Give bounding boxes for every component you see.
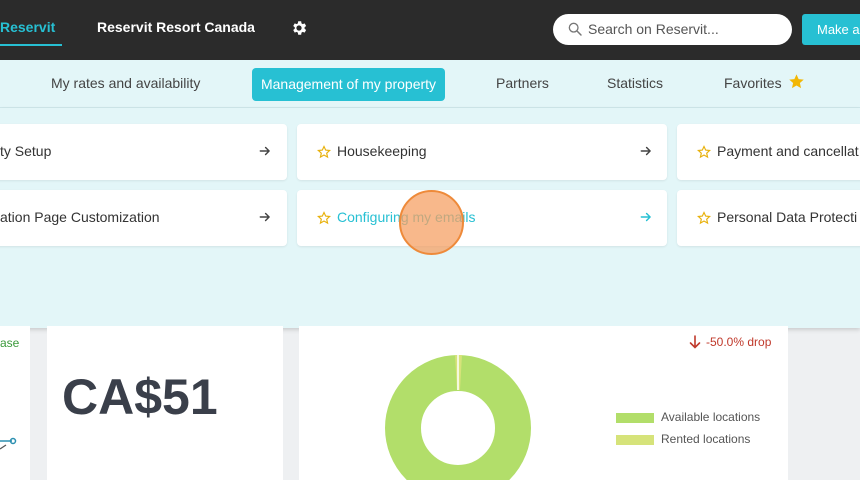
arrow-down-icon <box>689 335 701 349</box>
star-outline-icon[interactable] <box>697 211 711 225</box>
menu-card-configuring-emails[interactable]: Configuring my emails <box>297 190 667 246</box>
star-icon <box>789 74 804 89</box>
legend-swatch-available <box>616 413 654 423</box>
star-outline-icon[interactable] <box>317 211 331 225</box>
change-indicator: -50.0% drop <box>706 335 772 349</box>
tab-reservit[interactable]: Reservit <box>0 19 55 35</box>
menu-card-personal-data-protection[interactable]: Personal Data Protecti <box>677 190 860 246</box>
menu-card-label: ation Page Customization <box>0 209 160 225</box>
nav-rates-availability[interactable]: My rates and availability <box>51 75 200 91</box>
arrow-right-icon <box>259 212 270 222</box>
chart-line-icon <box>0 437 17 450</box>
nav-management-property[interactable]: Management of my property <box>252 68 445 101</box>
nav-statistics[interactable]: Statistics <box>607 75 663 91</box>
property-name-link[interactable]: Reservit Resort Canada <box>97 19 255 35</box>
nav-partners[interactable]: Partners <box>496 75 549 91</box>
increase-indicator: ase <box>0 336 20 350</box>
search-icon <box>568 22 582 36</box>
star-outline-icon[interactable] <box>697 145 711 159</box>
dashboard-card-occupancy <box>299 326 788 480</box>
occupancy-donut-chart <box>385 355 531 480</box>
menu-card-payment-cancellation[interactable]: Payment and cancellat <box>677 124 860 180</box>
active-tab-indicator <box>0 44 62 46</box>
search-box[interactable]: Search on Reservit... <box>553 14 792 45</box>
menu-card-label: Housekeeping <box>337 143 427 159</box>
star-outline-icon[interactable] <box>317 145 331 159</box>
make-a-button[interactable]: Make a <box>802 14 860 45</box>
menu-card-label: Payment and cancellat <box>717 143 859 159</box>
nav-favorites[interactable]: Favorites <box>724 75 782 91</box>
arrow-right-icon <box>640 212 651 222</box>
arrow-right-icon <box>640 146 651 156</box>
click-indicator <box>399 190 464 255</box>
search-input[interactable]: Search on Reservit... <box>588 21 719 37</box>
legend-label-rented: Rented locations <box>661 432 751 446</box>
menu-card-reservation-page-customization[interactable]: ation Page Customization <box>0 190 287 246</box>
menu-card-label: ty Setup <box>0 143 52 159</box>
menu-card-label: Personal Data Protecti <box>717 209 858 225</box>
legend-swatch-rented <box>616 435 654 445</box>
revenue-value: CA$51 <box>62 369 218 425</box>
menu-card-property-setup[interactable]: ty Setup <box>0 124 287 180</box>
arrow-right-icon <box>259 146 270 156</box>
legend-label-available: Available locations <box>661 410 761 424</box>
gear-icon[interactable] <box>290 19 308 37</box>
menu-card-housekeeping[interactable]: Housekeeping <box>297 124 667 180</box>
